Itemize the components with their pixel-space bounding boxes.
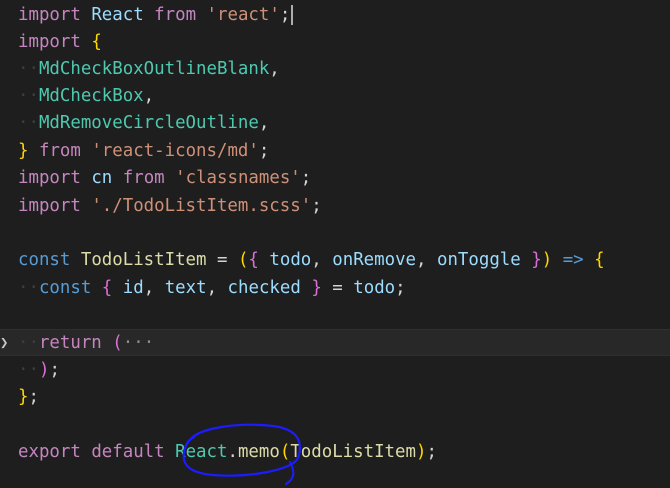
text-cursor — [291, 5, 294, 25]
token: { — [248, 250, 259, 270]
token: MdRemoveCircleOutline — [38, 113, 259, 133]
code-line-14[interactable]: ··); — [0, 357, 670, 384]
token: import — [18, 5, 81, 25]
token: import — [18, 168, 81, 188]
token: from — [38, 141, 81, 161]
token: ; — [311, 196, 322, 216]
code-line-2[interactable]: import { — [0, 29, 670, 56]
token: cn — [91, 168, 113, 188]
token: { — [594, 250, 605, 270]
token: memo — [237, 442, 280, 462]
token: ( — [279, 442, 291, 462]
token: , — [269, 59, 280, 79]
token: React — [175, 442, 228, 462]
token: './TodoListItem.scss' — [91, 196, 312, 216]
token: ( — [112, 333, 123, 353]
token: 'react-icons/md' — [91, 141, 259, 161]
code-line-5[interactable]: ··MdRemoveCircleOutline, — [0, 110, 670, 137]
token: import — [18, 32, 81, 52]
token: = — [332, 278, 343, 298]
token: MdCheckBox — [38, 86, 144, 106]
token: const — [18, 250, 71, 270]
code-line-3[interactable]: ··MdCheckBoxOutlineBlank, — [0, 56, 670, 83]
token: onRemove — [332, 250, 417, 270]
token: } — [18, 387, 29, 407]
code-line-8[interactable]: import './TodoListItem.scss'; — [0, 193, 670, 220]
token: MdCheckBoxOutlineBlank — [38, 59, 270, 79]
token: export — [18, 442, 81, 462]
code-line-7[interactable]: import cn from 'classnames'; — [0, 165, 670, 192]
token: todo — [353, 278, 396, 298]
code-line-6[interactable]: } from 'react-icons/md'; — [0, 138, 670, 165]
token: } — [311, 278, 322, 298]
token: { — [101, 278, 113, 298]
token: . — [227, 442, 238, 462]
token: ; — [28, 387, 39, 407]
folded-region-ellipsis[interactable]: ··· — [123, 333, 154, 353]
token: => — [562, 250, 584, 270]
code-line-17[interactable]: export default React.memo(TodoListItem); — [0, 439, 670, 466]
token: ) — [541, 250, 553, 270]
token: import — [18, 196, 81, 216]
token: ; — [426, 442, 437, 462]
token: ) — [38, 360, 50, 380]
token: from — [122, 168, 165, 188]
token: = — [216, 250, 228, 270]
code-line-13[interactable]: ❯ ··return (··· — [0, 329, 670, 356]
token: { — [91, 32, 102, 52]
token: React — [91, 5, 144, 25]
token: ; — [300, 168, 312, 188]
token: TodoListItem — [290, 442, 416, 462]
token: } — [18, 141, 29, 161]
token: ; — [279, 5, 291, 25]
code-line-10[interactable]: const TodoListItem = ({ todo, onRemove, … — [0, 247, 670, 274]
token: const — [38, 278, 92, 298]
code-line-4[interactable]: ··MdCheckBox, — [0, 83, 670, 110]
token: ; — [49, 360, 60, 380]
token: id — [122, 278, 144, 298]
token: } — [531, 250, 542, 270]
token: return — [38, 333, 102, 353]
token: , — [311, 250, 322, 270]
token: 'react' — [206, 5, 280, 25]
token: from — [154, 5, 197, 25]
chevron-right-icon[interactable]: ❯ — [0, 330, 12, 357]
token: onToggle — [436, 250, 521, 270]
code-line-11[interactable]: ··const { id, text, checked } = todo; — [0, 275, 670, 302]
token: todo — [269, 250, 312, 270]
token: ; — [258, 141, 270, 161]
token: 'classnames' — [175, 168, 301, 188]
code-line-1[interactable]: import React from 'react'; — [0, 2, 670, 29]
token: , — [258, 113, 270, 133]
token: ; — [395, 278, 406, 298]
code-line-15[interactable]: }; — [0, 384, 670, 411]
code-editor[interactable]: import React from 'react'; import { ··Md… — [0, 0, 670, 488]
token: , — [143, 86, 155, 106]
token: , — [206, 278, 218, 298]
token: ( — [237, 250, 249, 270]
token: ) — [415, 442, 427, 462]
token: , — [416, 250, 427, 270]
token: checked — [227, 278, 301, 298]
token: TodoListItem — [80, 250, 207, 270]
token: text — [164, 278, 207, 298]
token: , — [143, 278, 155, 298]
token: default — [91, 442, 165, 462]
